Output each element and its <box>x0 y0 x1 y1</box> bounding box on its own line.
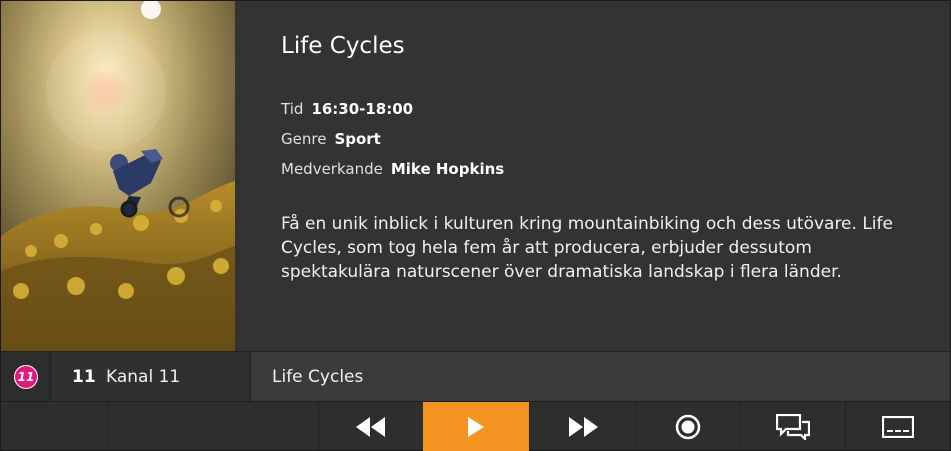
program-cast-row: Medverkande Mike Hopkins <box>281 160 504 178</box>
program-time-row: Tid 16:30-18:00 <box>281 100 413 118</box>
control-slot-empty-1 <box>1 402 107 451</box>
time-value: 16:30-18:00 <box>311 100 414 118</box>
program-title: Life Cycles <box>281 33 405 59</box>
chat-icon <box>776 413 810 440</box>
channel-logo-text: 11 <box>17 370 35 384</box>
play-button[interactable] <box>423 402 529 451</box>
channel-logo-cell[interactable]: 11 <box>1 352 51 401</box>
current-program-title[interactable]: Life Cycles <box>272 367 363 387</box>
subtitles-icon <box>882 415 914 438</box>
genre-label: Genre <box>281 130 327 148</box>
channel-name: Kanal 11 <box>106 367 181 387</box>
program-info-panel: Life Cycles Tid 16:30-18:00 Genre Sport Me… <box>235 1 950 351</box>
channel-number: 11 <box>72 367 96 387</box>
tv-guide-program-detail: Life Cycles Tid 16:30-18:00 Genre Sport Me… <box>0 0 951 451</box>
record-icon <box>675 414 701 439</box>
kanal-11-logo-icon: 11 <box>14 365 38 389</box>
program-genre-row: Genre Sport <box>281 130 381 148</box>
fast-forward-icon <box>568 416 598 437</box>
control-slot-empty-2 <box>107 402 318 451</box>
rewind-icon <box>356 416 385 437</box>
channel-info-cell[interactable]: 11 Kanal 11 <box>51 352 251 401</box>
time-label: Tid <box>281 100 304 118</box>
rewind-button[interactable] <box>318 402 423 451</box>
play-icon <box>468 416 484 437</box>
program-poster-image <box>1 1 235 351</box>
chat-button[interactable] <box>740 402 845 451</box>
playback-control-bar <box>1 401 950 451</box>
cast-label: Medverkande <box>281 160 383 178</box>
cast-value: Mike Hopkins <box>390 160 505 178</box>
subtitles-button[interactable] <box>845 402 950 451</box>
channel-bar: 11 11 Kanal 11 Life Cycles <box>1 351 950 401</box>
record-button[interactable] <box>635 402 740 451</box>
genre-value: Sport <box>334 130 381 148</box>
program-description: Få en unik inblick i kulturen kring moun… <box>281 214 893 282</box>
fast-forward-button[interactable] <box>529 402 635 451</box>
